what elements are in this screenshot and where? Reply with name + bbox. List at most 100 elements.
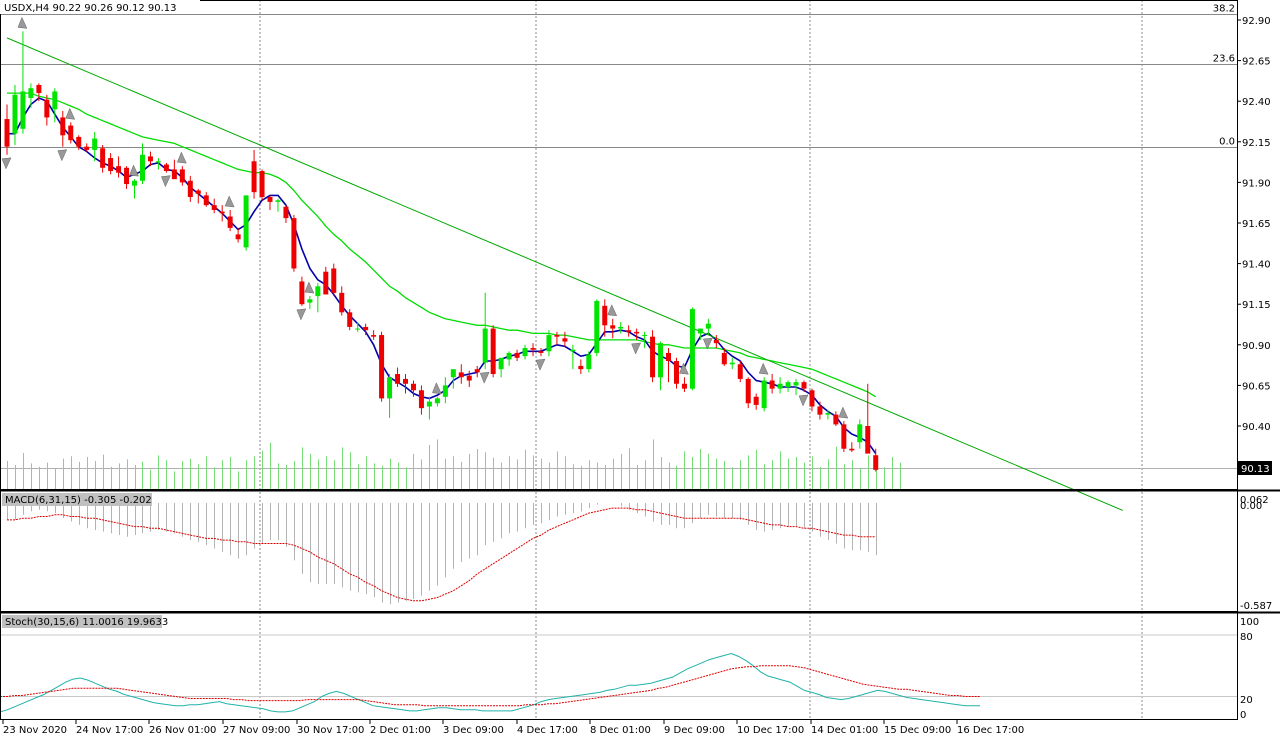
stochastic-panel (0, 634, 1237, 713)
time-tick-label: 24 Nov 17:00 (76, 725, 143, 736)
fractal-down-arrow (631, 342, 642, 355)
candle-body (450, 369, 456, 378)
macd-tick-label: 0.00 (1240, 501, 1262, 512)
macd-header: MACD(6,31,15) -0.305 -0.202 (5, 495, 152, 506)
time-tick-label: 30 Nov 17:00 (297, 725, 364, 736)
candle-body (76, 136, 82, 147)
candle-body (203, 195, 209, 206)
fractal-down-arrow (798, 394, 809, 407)
candle-body (235, 234, 241, 240)
candle-body (482, 328, 488, 363)
price-axis: 92.90 92.65 92.40 92.15 91.90 91.65 91.40 91.15… (1237, 16, 1272, 721)
symbol-header: USDX,H4 90.22 90.26 90.12 90.13 (4, 3, 177, 14)
stoch-main-line (0, 652, 980, 713)
candle-body (546, 335, 552, 352)
candle-body (339, 292, 345, 313)
candle-body (12, 94, 18, 134)
candle-body (187, 180, 193, 198)
candle-body (594, 300, 600, 353)
candle-body (618, 326, 624, 329)
candlesticks (4, 31, 879, 472)
candle-body (219, 211, 225, 214)
macd-signal-line (7, 507, 876, 602)
stoch-header: Stoch(30,15,6) 11.0016 19.9633 (5, 617, 168, 628)
candle-body (84, 146, 90, 150)
fractal-down-arrow (1, 157, 12, 170)
trading-chart[interactable]: 38.2 23.6 0.0 92.90 92.65 92.40 92.15 91.90 91.… (0, 0, 1280, 740)
candle-body (259, 171, 265, 198)
fractal-down-arrow (57, 149, 68, 162)
candle-body (642, 335, 648, 337)
price-tick-label: 92.65 (1242, 57, 1271, 68)
candle-body (538, 351, 544, 353)
time-tick-label: 9 Dec 09:00 (664, 725, 725, 736)
candle-body (753, 396, 759, 405)
candle-body (554, 335, 560, 337)
volume-bars (7, 439, 901, 489)
time-tick-label: 27 Nov 09:00 (223, 725, 290, 736)
candle-body (442, 385, 448, 397)
candle-body (124, 167, 130, 185)
candle-body (307, 299, 313, 303)
candle-body (721, 352, 727, 365)
fib-label: 0.0 (1219, 137, 1235, 148)
candle-body (100, 148, 106, 168)
candle-body (171, 169, 177, 180)
trendline[interactable] (6, 37, 1123, 511)
candle-body (793, 382, 799, 386)
candle-body (323, 271, 329, 295)
slow-ma-line (7, 92, 877, 398)
candle-body (283, 206, 289, 219)
candle-body (586, 354, 592, 370)
fibonacci-levels: 38.2 23.6 0.0 (0, 4, 1237, 469)
time-tick-label: 15 Dec 09:00 (884, 725, 951, 736)
candle-body (227, 216, 233, 228)
fast-ma-line (7, 97, 877, 455)
candle-body (697, 328, 703, 334)
candle-body (681, 383, 687, 389)
candle-body (179, 169, 185, 183)
candle-body (60, 117, 66, 136)
candle-body (426, 401, 432, 407)
candle-body (522, 348, 528, 357)
candle-body (36, 84, 42, 94)
time-tick-label: 16 Dec 17:00 (957, 725, 1024, 736)
price-tick-label: 91.65 (1242, 219, 1271, 230)
candle-body (108, 158, 114, 172)
panel-frames (0, 0, 1280, 720)
candle-body (92, 138, 98, 150)
candle-body (801, 382, 807, 389)
candle-body (841, 424, 847, 449)
candle-body (498, 357, 504, 370)
candle-body (626, 330, 632, 332)
fractal-arrows (1, 16, 849, 419)
candle-body (833, 414, 839, 425)
candle-body (347, 312, 353, 327)
price-tick-label: 92.90 (1242, 16, 1271, 27)
stoch-tick-label: 0 (1240, 710, 1246, 721)
candle-body (729, 362, 735, 365)
fractal-up-arrow (224, 195, 235, 208)
fractal-up-arrow (838, 406, 849, 419)
time-tick-label: 14 Dec 01:00 (811, 725, 878, 736)
fractal-down-arrow (161, 175, 171, 188)
candle-body (825, 413, 831, 415)
stoch-tick-label: 80 (1240, 632, 1253, 643)
candle-body (251, 161, 257, 193)
candle-body (355, 328, 361, 330)
candle-body (777, 383, 783, 389)
candle-body (530, 348, 536, 350)
time-tick-label: 8 Dec 01:00 (590, 725, 651, 736)
candle-body (562, 338, 568, 342)
fractal-down-arrow (535, 358, 546, 371)
candle-body (602, 305, 608, 326)
fib-label: 38.2 (1213, 4, 1235, 15)
time-tick-label: 3 Dec 09:00 (443, 725, 504, 736)
time-tick-label: 10 Dec 17:00 (737, 725, 804, 736)
trendline-segment (6, 37, 1123, 511)
candle-body (785, 382, 791, 388)
price-tick-label: 92.40 (1242, 97, 1271, 108)
candle-body (673, 361, 679, 384)
price-tick-label: 90.90 (1242, 341, 1271, 352)
fractal-down-arrow (479, 371, 490, 384)
